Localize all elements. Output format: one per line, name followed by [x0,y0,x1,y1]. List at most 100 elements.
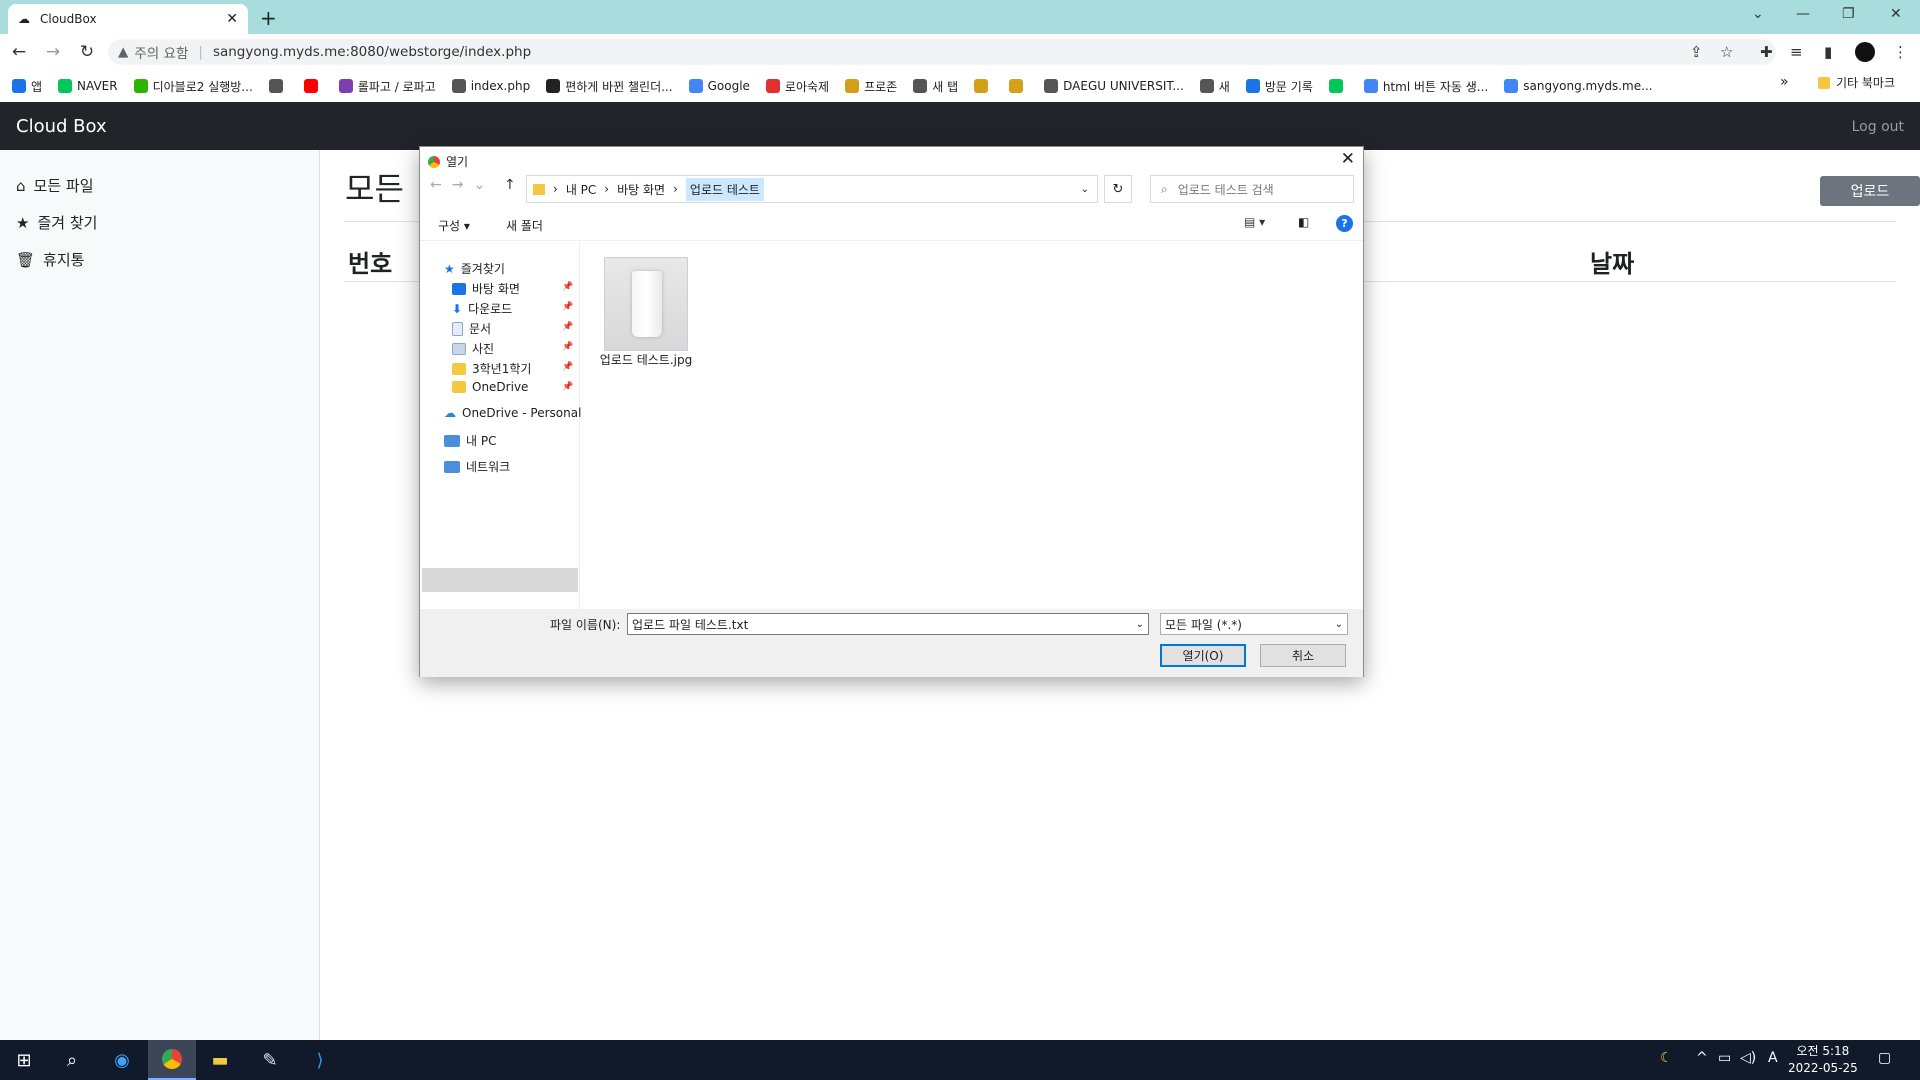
bookmark-item[interactable]: 롤파고 / 로파고 [338,78,436,95]
filename-input[interactable]: 업로드 파일 테스트.txt ⌄ [627,613,1149,635]
bookmark-item[interactable] [1328,79,1348,93]
extensions-icon[interactable]: ✚ [1760,43,1773,61]
other-bookmarks[interactable]: 기타 북마크 [1818,74,1895,91]
nav-item-desktop[interactable]: 바탕 화면 [452,280,520,297]
bookmark-item[interactable]: html 버튼 자동 생... [1363,78,1488,95]
bookmark-star-icon[interactable]: ☆ [1720,43,1733,61]
network-icon [444,460,460,473]
bookmark-item[interactable]: index.php [451,79,530,93]
bookmark-item[interactable]: 프로존 [845,78,897,95]
windows-start-icon[interactable]: ⊞ [0,1040,48,1080]
bookmark-item[interactable]: 로아숙제 [765,78,829,95]
view-options-button[interactable]: ▤ ▾ [1244,215,1265,229]
forward-button[interactable]: → [38,42,68,62]
chrome-taskbar-icon[interactable] [148,1040,196,1080]
nav-item-this-pc[interactable]: 내 PC [444,432,496,449]
minimize-button[interactable]: — [1796,6,1810,22]
nav-item-documents[interactable]: 문서 [452,320,491,337]
tray-chevron-icon[interactable]: ^ [1696,1050,1708,1066]
breadcrumb-item-current[interactable]: 업로드 테스트 [685,177,764,201]
back-arrow-icon[interactable]: ← [430,177,442,193]
bookmarks-overflow-button[interactable]: » [1780,74,1789,90]
chevron-down-icon[interactable]: ⌄ [1136,619,1144,630]
file-explorer-icon[interactable]: ▬ [196,1040,244,1080]
organize-menu[interactable]: 구성 ▾ [438,217,470,234]
dialog-search-input[interactable]: ⌕ 업로드 테스트 검색 [1150,175,1354,203]
security-label[interactable]: 주의 요함 [134,42,188,62]
network-icon[interactable]: ▭ [1718,1050,1731,1066]
side-panel-icon[interactable]: ▮ [1824,43,1832,61]
logout-link[interactable]: Log out [1852,119,1904,135]
bookmark-item[interactable]: NAVER [58,79,118,93]
ime-indicator[interactable]: A [1768,1050,1778,1066]
up-folder-icon[interactable]: ↑ [504,177,516,193]
open-button[interactable]: 열기(O) [1160,644,1246,667]
back-button[interactable]: ← [4,42,34,62]
refresh-button[interactable]: ↻ [1104,175,1132,203]
night-light-icon[interactable]: ☾ [1660,1050,1673,1066]
bookmark-item[interactable]: Google [688,79,750,93]
dialog-address-bar[interactable]: › 내 PC › 바탕 화면 › 업로드 테스트 ⌄ [526,175,1098,203]
bookmark-item[interactable]: 편하게 바뀐 챌린더... [546,78,673,95]
milk-glass-image [632,271,662,337]
restore-button[interactable]: ❐ [1842,6,1855,22]
nav-item-semester-folder[interactable]: 3학년1학기 [452,360,531,377]
breadcrumb-item[interactable]: 내 PC [566,181,596,198]
preview-pane-icon[interactable]: ◧ [1298,215,1309,229]
menu-icon[interactable]: ⋮ [1893,43,1908,61]
sidebar-item-favorites[interactable]: ★ 즐겨 찾기 [16,212,97,233]
cancel-button[interactable]: 취소 [1260,644,1346,667]
chevron-down-icon[interactable]: ⌄ [1081,184,1089,195]
breadcrumb-item[interactable]: 바탕 화면 [617,181,665,198]
bookmark-item[interactable]: 디아블로2 실행방... [133,78,253,95]
bookmark-item[interactable]: 앱 [12,78,42,95]
close-tab-icon[interactable]: ✕ [226,11,238,27]
nav-item-network[interactable]: 네트워크 [444,458,510,475]
bookmark-item[interactable]: 새 탭 [913,78,958,95]
bookmark-item[interactable]: DAEGU UNIVERSIT... [1044,79,1184,93]
sidebar-item-all-files[interactable]: ⌂ 모든 파일 [16,175,94,196]
nav-item-onedrive-personal[interactable]: ☁ OneDrive - Personal [444,406,581,420]
browser-tab[interactable]: ☁ CloudBox ✕ [8,4,248,34]
bookmark-item[interactable]: 방문 기록 [1245,78,1313,95]
file-name-label[interactable]: 업로드 테스트.jpg [594,353,698,368]
forward-arrow-icon[interactable]: → [452,177,464,193]
address-bar[interactable]: ▲ 주의 요함 | sangyong.myds.me:8080/webstorg… [108,39,1776,65]
history-dropdown-icon[interactable]: ⌄ [473,177,485,193]
help-icon[interactable]: ? [1336,215,1353,232]
bookmark-item[interactable] [974,79,993,93]
app-brand[interactable]: Cloud Box [16,116,107,137]
profile-avatar[interactable] [1855,42,1875,62]
close-window-button[interactable]: ✕ [1890,6,1902,22]
reload-button[interactable]: ↻ [72,42,102,62]
new-tab-button[interactable]: + [260,6,277,30]
dialog-close-button[interactable]: ✕ [1341,149,1355,169]
search-icon[interactable]: ⌕ [48,1040,96,1080]
notification-icon[interactable]: ▢ [1878,1050,1891,1066]
nav-item-pictures[interactable]: 사진 [452,340,494,357]
paint-icon[interactable]: ✎ [246,1040,294,1080]
edge-icon[interactable]: ◉ [98,1040,146,1080]
new-folder-button[interactable]: 새 폴더 [506,217,543,234]
volume-icon[interactable]: ◁) [1740,1050,1756,1066]
nav-item-downloads[interactable]: ⬇ 다운로드 [452,300,512,317]
tab-search-icon[interactable]: ⌄ [1752,6,1764,22]
sidebar-item-trash[interactable]: 🗑 휴지통 [16,249,84,270]
upload-button[interactable]: 업로드 [1820,176,1920,206]
bookmark-item[interactable]: sangyong.myds.me... [1504,79,1653,93]
bookmark-item[interactable] [1009,79,1028,93]
taskbar-clock[interactable]: 오전 5:18 2022-05-25 [1788,1043,1858,1077]
vscode-icon[interactable]: ⟩ [296,1040,344,1080]
nav-item-quick-access[interactable]: ★ 즐겨찾기 [444,260,505,277]
pin-icon: 📌 [562,382,574,392]
share-icon[interactable]: ⇪ [1690,43,1703,61]
reading-list-icon[interactable]: ≡ [1790,43,1803,61]
bookmark-item[interactable] [303,79,323,93]
nav-item-onedrive-folder[interactable]: OneDrive [452,380,528,394]
bookmark-item[interactable]: 새 [1199,78,1230,95]
favicon-icon [12,79,26,93]
bookmark-item[interactable] [268,79,288,93]
favicon-icon [765,79,780,93]
filetype-select[interactable]: 모든 파일 (*.*) ⌄ [1160,613,1348,635]
filename-value: 업로드 파일 테스트.txt [632,617,749,632]
